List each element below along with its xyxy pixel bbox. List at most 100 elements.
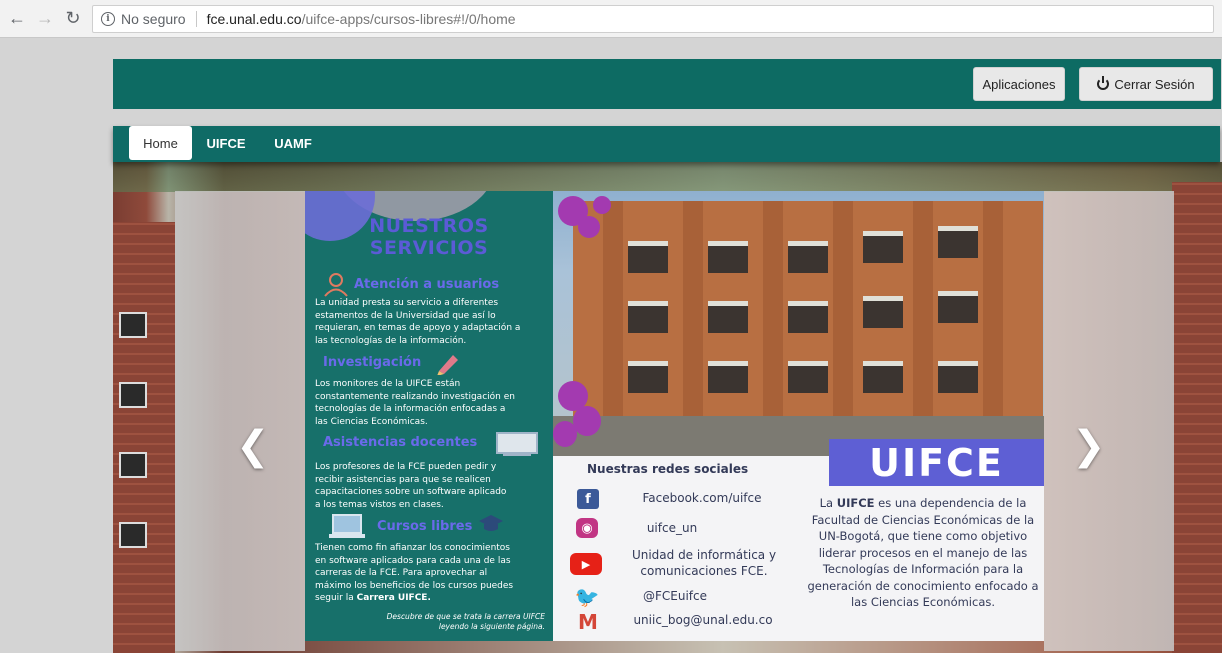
services-title-line1: NUESTROS [369,215,489,237]
flower [573,406,601,436]
service-line: requieran, en temas de apoyo y adaptació… [315,323,521,333]
service-text: Tienen como fin afianzar los conocimient… [315,542,547,605]
window [708,301,748,333]
facebook-icon: f [577,489,599,509]
service-text: Los monitores de la UIFCE están constant… [315,378,547,428]
window [863,296,903,328]
social-youtube-line: Unidad de informática y [631,548,777,562]
service-heading: Asistencias docentes [323,435,478,450]
youtube-icon: ▶ [570,553,602,575]
user-icon [324,273,348,297]
window [119,452,147,478]
carousel-shade-left [175,191,305,651]
brick-wall-left [113,222,175,653]
window [863,361,903,393]
service-line: estamentos de la Universidad que así lo [315,310,496,321]
social-title: Nuestras redes sociales [587,462,749,476]
twitter-icon: 🐦 [574,585,600,609]
window [119,382,147,408]
uifce-description: La UIFCE es una dependencia de la Facult… [803,495,1043,611]
tab-home[interactable]: Home [129,126,192,160]
window [938,226,978,258]
window [119,312,147,338]
social-twitter: @FCEuifce [642,589,707,603]
service-line: las Ciencias Económicas. [315,416,428,427]
service-heading: Investigación [323,355,422,370]
url-host: fce.unal.edu.co [206,11,302,27]
description-bold: UIFCE [836,496,875,510]
window [708,361,748,393]
tab-uamf[interactable]: UAMF [265,126,321,160]
service-line: Tienen como fin afianzar los conocimient… [315,543,510,553]
forward-icon[interactable]: → [34,7,56,29]
window [628,241,668,273]
services-panel: NUESTROS SERVICIOS Atención a usuarios L… [305,191,553,641]
window [628,361,668,393]
service-line: La unidad presta su servicio a diferente… [315,298,499,308]
service-text: Los profesores de la FCE pueden pedir y … [315,461,547,511]
window [628,301,668,333]
service-line: tecnologías de la información enfocadas … [315,404,506,414]
service-line: a los temas vistos en clases. [315,499,444,510]
window [938,361,978,393]
service-line: constantemente realizando investigación … [315,391,515,402]
service-line: en software aplicados para cada una de l… [315,555,511,566]
tab-uifce[interactable]: UIFCE [197,126,255,160]
service-heading: Cursos libres [377,519,473,534]
social-email: uniic_bog@unal.edu.co [633,613,773,627]
power-icon [1097,76,1110,90]
window [708,241,748,273]
footer-line: Descubre de que se trata la carrera UIFC… [386,612,545,621]
description-prefix: La [819,496,837,510]
info-icon[interactable]: i [101,12,115,26]
trees [113,162,1222,192]
service-line-text: seguir la [315,593,357,603]
carousel-shade-right [1044,191,1174,651]
window [788,361,828,393]
social-youtube: Unidad de informática y comunicaciones F… [618,547,790,579]
footer-line: leyendo la siguiente página. [438,622,545,631]
service-line: carreras de la FCE. Para aprovechar al [315,568,488,578]
flower [593,196,611,214]
chevron-right-icon[interactable]: ❯ [1072,423,1106,469]
window [863,231,903,263]
service-line: máximo los beneficios de los cursos pued… [315,580,514,591]
flower [578,216,600,238]
service-heading: Atención a usuarios [354,277,500,292]
service-line: seguir la Carrera UIFCE. [315,592,547,605]
logout-button[interactable]: Cerrar Sesión [1079,67,1213,101]
pencil-icon [437,355,458,375]
service-text: La unidad presta su servicio a diferente… [315,297,547,347]
window [119,522,147,548]
uifce-logo: UIFCE [829,439,1044,486]
description-text: es una dependencia de la Facultad de Cie… [807,496,1039,609]
reload-icon[interactable]: ↻ [62,7,84,29]
carrera-uifce-link: Carrera UIFCE. [356,593,431,603]
instagram-icon: ◉ [576,518,598,538]
back-icon[interactable]: ← [6,7,28,29]
gmail-icon: M [578,610,598,634]
url-path: /uifce-apps/cursos-libres#!/0/home [301,11,516,27]
whiteboard-icon [496,432,538,456]
service-line: recibir asistencias para que se realicen [315,474,491,485]
app-header: Aplicaciones Cerrar Sesión [113,59,1221,109]
service-line: Los monitores de la UIFCE están [315,379,461,389]
social-facebook: Facebook.com/uifce [642,491,762,505]
brick-wall-right [1172,182,1222,653]
building-photo [553,191,1044,456]
divider [195,11,197,27]
security-label[interactable]: No seguro [121,11,186,27]
window [938,291,978,323]
applications-button[interactable]: Aplicaciones [973,67,1065,101]
service-line: las tecnologías de la información. [315,335,467,346]
flower [553,421,577,447]
window [788,301,828,333]
main-navbar: Home UIFCE UAMF [113,126,1220,162]
browser-toolbar: ← → ↻ i No seguro fce.unal.edu.co/uifce-… [0,0,1222,38]
services-title: NUESTROS SERVICIOS [305,215,553,259]
address-bar[interactable]: i No seguro fce.unal.edu.co/uifce-apps/c… [92,5,1214,33]
service-line: capacitaciones sobre un software aplicad… [315,487,507,497]
slide-footer: Descubre de que se trata la carrera UIFC… [345,612,545,632]
chevron-left-icon[interactable]: ❮ [236,423,270,469]
graduation-cap-icon [479,515,503,531]
